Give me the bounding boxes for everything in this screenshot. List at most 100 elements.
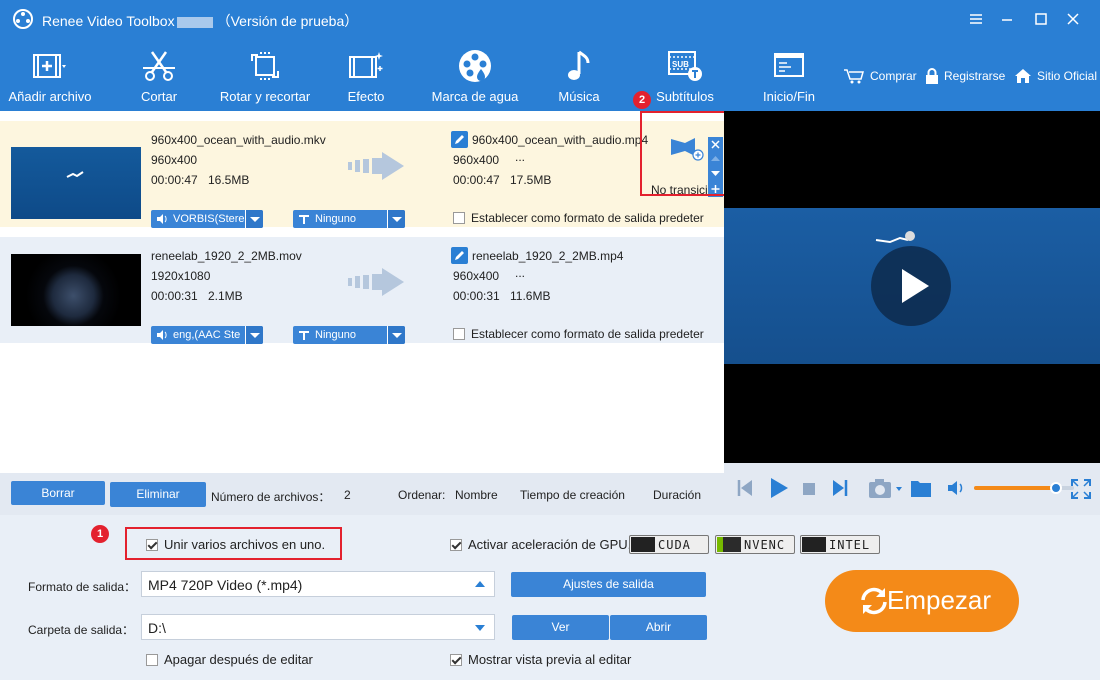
app-name: Renee Video Toolbox [42,13,175,29]
show-preview-checkbox[interactable] [450,654,462,666]
video-thumbnail[interactable] [11,254,141,326]
watermark-button[interactable]: Marca de agua [428,38,522,111]
skip-previous-icon[interactable] [737,479,753,497]
video-preview[interactable] [724,111,1100,463]
volume-icon[interactable] [946,479,968,497]
nvidia-logo-icon [717,537,741,552]
snapshot-camera-icon[interactable] [867,476,905,500]
edit-name-icon[interactable] [451,247,468,264]
intel-logo-icon [802,537,826,552]
set-default-format-option[interactable]: Establecer como formato de salida predet… [453,327,704,341]
crop-rotate-icon [251,52,279,80]
output-format-select[interactable]: MP4 720P Video (*.mp4) [141,571,495,597]
convert-arrow-icon [348,152,404,180]
output-folder-label: Carpeta de salida： [28,623,135,637]
sort-label: Ordenar: [398,488,446,502]
gpu-acceleration-checkbox[interactable] [450,539,462,551]
sort-by-name[interactable]: Nombre [455,488,498,502]
open-folder-button[interactable]: Abrir [610,615,707,640]
watermark-icon [459,50,491,82]
show-preview-option[interactable]: Mostrar vista previa al editar [450,652,631,667]
edit-name-icon[interactable] [451,131,468,148]
effect-icon [349,52,383,78]
add-file-button[interactable]: Añadir archivo [4,38,96,111]
set-default-label: Establecer como formato de salida predet… [471,211,704,225]
volume-knob[interactable] [1050,482,1062,494]
text-icon [299,331,309,340]
shutdown-checkbox[interactable] [146,654,158,666]
video-thumbnail[interactable] [11,147,141,219]
play-overlay-icon[interactable] [871,246,951,326]
audio-track-dropdown[interactable]: VORBIS(Stere [151,210,263,228]
gpu-intel-badge: INTEL [800,535,880,554]
maximize-icon[interactable] [1030,8,1052,30]
volume-fill [974,486,1056,490]
view-folder-button[interactable]: Ver [512,615,609,640]
main-toolbar: Añadir archivo Cortar Rotar y recortar E… [0,38,1100,111]
set-default-format-option[interactable]: Establecer como formato de salida predet… [453,211,704,225]
set-default-checkbox[interactable] [453,328,465,340]
output-resolution: 960x400 [453,153,500,167]
minimize-icon[interactable] [996,8,1018,30]
rotate-crop-label: Rotar y recortar [219,89,311,104]
play-icon[interactable] [769,477,789,499]
subtitle-dropdown[interactable]: Ninguno [293,326,405,344]
output-duration: 00:00:47 [453,173,500,187]
gpu-cuda-badge: CUDA [629,535,709,554]
output-folder-select[interactable]: D:\ [141,614,495,640]
effect-button[interactable]: Efecto [340,38,392,111]
source-file-name: reneelab_1920_2_2MB.mov [151,249,302,263]
subtitles-button[interactable]: SUB Subtítulos [650,38,720,111]
home-icon [1015,69,1031,83]
output-more[interactable]: ... [515,266,525,280]
output-settings-button[interactable]: Ajustes de salida [511,572,706,597]
music-note-icon [568,50,590,80]
fullscreen-icon[interactable] [1070,478,1092,500]
output-folder-value: D:\ [148,620,166,636]
clear-button[interactable]: Borrar [11,481,105,505]
subtitle-value: Ninguno [315,329,356,341]
site-link[interactable]: Sitio Oficial [1014,68,1097,84]
preview-controls [724,463,1100,515]
sort-by-duration[interactable]: Duración [653,488,701,502]
delete-button[interactable]: Eliminar [110,482,206,507]
music-button[interactable]: Música [554,38,604,111]
stop-icon[interactable] [802,482,816,496]
audio-track-value: eng,(AAC Ste [173,329,241,341]
source-resolution: 960x400 [151,153,198,167]
start-end-button[interactable]: Inicio/Fin [756,38,822,111]
file-row[interactable]: reneelab_1920_2_2MB.mov 1920x1080 00:00:… [0,237,724,344]
audio-track-dropdown[interactable]: eng,(AAC Ste [151,326,263,344]
site-label: Sitio Oficial [1037,69,1098,83]
shutdown-option[interactable]: Apagar después de editar [146,652,313,667]
register-label: Registrarse [944,69,1006,83]
buy-link[interactable]: Comprar [843,68,917,84]
convert-arrow-icon [348,268,404,296]
register-link[interactable]: Registrarse [925,68,1005,84]
file-list: 960x400_ocean_with_audio.mkv 960x400 00:… [0,111,724,473]
step-badge-1: 1 [91,525,109,543]
gpu-intel-label: INTEL [829,538,871,552]
sort-by-created[interactable]: Tiempo de creación [520,488,625,502]
menu-icon[interactable] [965,8,987,30]
volume-slider[interactable] [974,482,1074,494]
close-icon[interactable] [1062,8,1084,30]
source-file-name: 960x400_ocean_with_audio.mkv [151,133,326,147]
output-more[interactable]: ... [515,150,525,164]
set-default-checkbox[interactable] [453,212,465,224]
start-button[interactable]: Empezar [825,570,1019,632]
buy-label: Comprar [870,69,917,83]
rotate-crop-button[interactable]: Rotar y recortar [214,38,316,111]
gpu-acceleration-label: Activar aceleración de GPU. [468,537,632,552]
file-row[interactable]: 960x400_ocean_with_audio.mkv 960x400 00:… [0,121,724,228]
subtitles-label: Subtítulos [656,89,714,104]
music-label: Música [558,89,600,104]
gpu-acceleration-option[interactable]: Activar aceleración de GPU. [450,537,631,552]
step-badge-2: 2 [633,91,651,109]
skip-next-icon[interactable] [832,479,848,497]
folder-icon[interactable] [910,478,932,498]
subtitle-dropdown[interactable]: Ninguno [293,210,405,228]
cut-button[interactable]: Cortar [124,38,194,111]
audio-icon [157,214,167,224]
cut-label: Cortar [140,89,178,104]
